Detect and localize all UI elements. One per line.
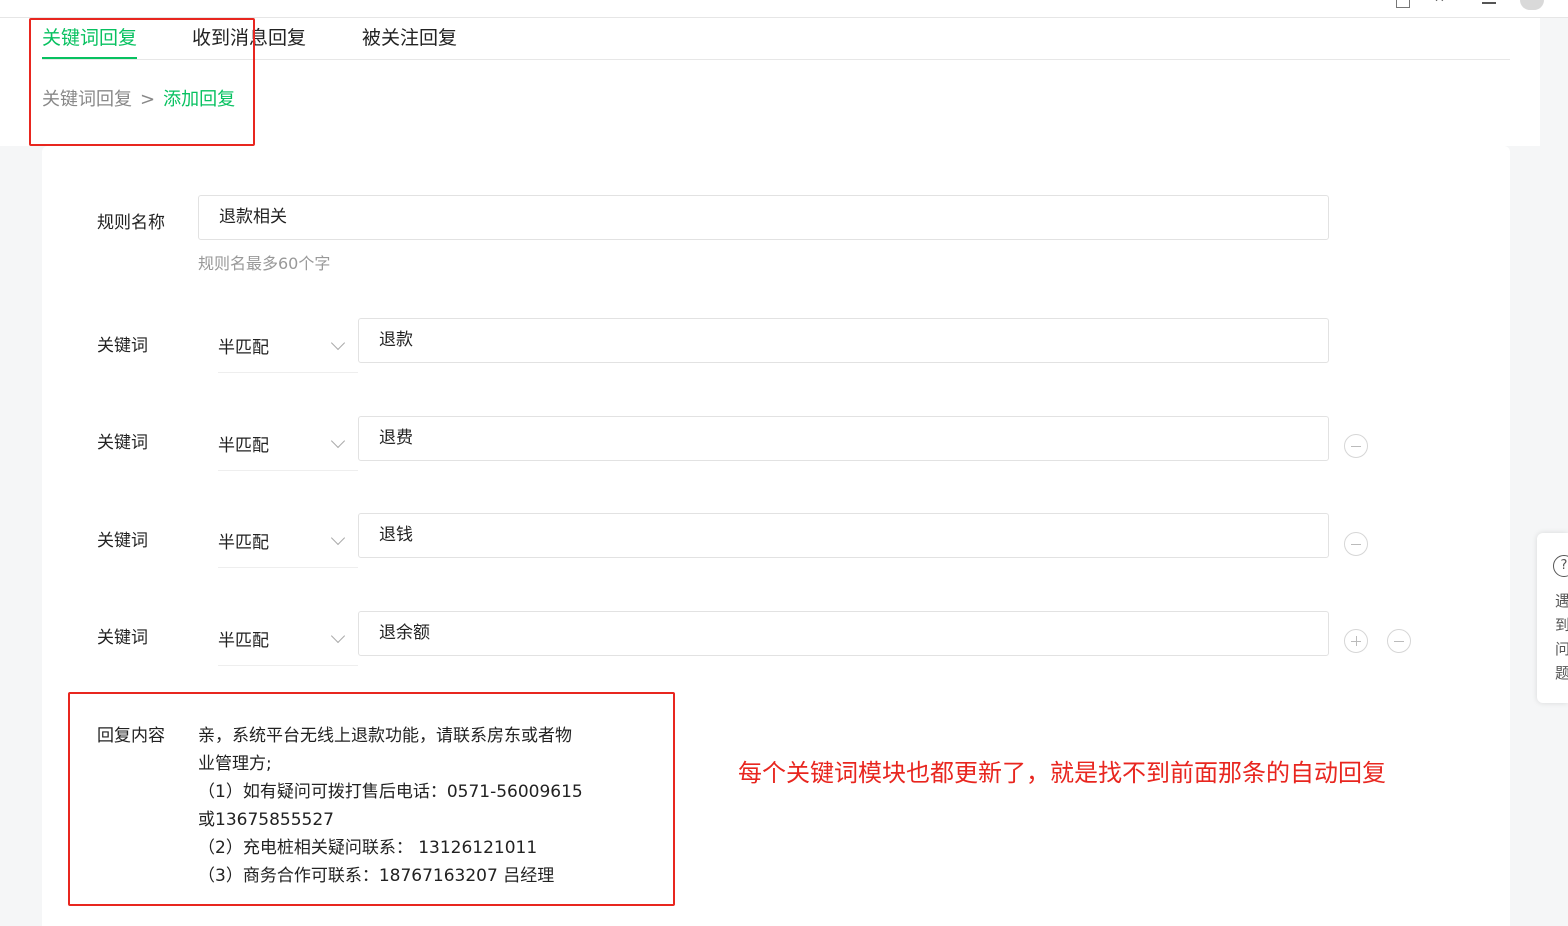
keyword-label: 关键词	[97, 531, 148, 551]
chevron-down-icon	[330, 335, 346, 351]
help-float-panel[interactable]: ? 遇到问题	[1537, 533, 1568, 703]
match-type-select[interactable]: 半匹配	[218, 326, 358, 373]
reply-line: 亲，系统平台无线上退款功能，请联系房东或者物	[198, 726, 572, 746]
rule-name-input[interactable]: 退款相关	[198, 195, 1329, 240]
match-type-select[interactable]: 半匹配	[218, 521, 358, 568]
match-type-value: 半匹配	[218, 631, 269, 651]
add-keyword-button[interactable]	[1344, 629, 1368, 653]
breadcrumb-parent[interactable]: 关键词回复	[42, 89, 132, 110]
match-type-select[interactable]: 半匹配	[218, 619, 358, 666]
match-type-value: 半匹配	[218, 533, 269, 553]
rule-name-hint: 规则名最多60个字	[198, 254, 331, 273]
keyword-input[interactable]: 退余额	[358, 611, 1329, 656]
reply-line: （1）如有疑问可拨打售后电话：0571-56009615	[198, 782, 583, 802]
help-text: 遇到问题	[1555, 592, 1568, 682]
keyword-input[interactable]: 退费	[358, 416, 1329, 461]
reply-content-text[interactable]: 亲，系统平台无线上退款功能，请联系房东或者物 业管理方; （1）如有疑问可拨打售…	[198, 722, 598, 890]
chevron-down-icon	[330, 433, 346, 449]
keyword-input[interactable]: 退款	[358, 318, 1329, 363]
annotation-text: 每个关键词模块也都更新了，就是找不到前面那条的自动回复	[738, 759, 1386, 787]
reply-line: 业管理方;	[198, 754, 272, 774]
remove-keyword-button[interactable]	[1387, 629, 1411, 653]
chevron-down-icon	[330, 530, 346, 546]
breadcrumb: 关键词回复 > 添加回复	[42, 88, 235, 112]
remove-keyword-button[interactable]	[1344, 434, 1368, 458]
reply-line: （2）充电桩相关疑问联系： 13126121011	[198, 838, 538, 858]
breadcrumb-separator: >	[140, 89, 156, 110]
remove-keyword-button[interactable]	[1344, 532, 1368, 556]
tab-keyword-reply[interactable]: 关键词回复	[42, 24, 138, 59]
match-type-value: 半匹配	[218, 436, 269, 456]
reply-line: （3）商务合作可联系：18767163207 吕经理	[198, 866, 555, 886]
tab-follow-reply[interactable]: 被关注回复	[362, 24, 457, 52]
tab-message-reply[interactable]: 收到消息回复	[192, 24, 306, 52]
keyword-label: 关键词	[97, 433, 148, 453]
rule-name-label: 规则名称	[97, 213, 165, 233]
close-icon[interactable]: ✕	[1434, 0, 1448, 8]
reply-content-label: 回复内容	[97, 726, 165, 746]
keyword-label: 关键词	[97, 336, 148, 356]
window-restore-icon[interactable]	[1396, 0, 1410, 8]
tab-bar: 关键词回复 收到消息回复 被关注回复	[42, 22, 1510, 60]
match-type-select[interactable]: 半匹配	[218, 424, 358, 471]
keyword-input[interactable]: 退钱	[358, 513, 1329, 558]
keyword-label: 关键词	[97, 628, 148, 648]
breadcrumb-current: 添加回复	[163, 89, 236, 110]
browser-top-bar: ✕	[0, 0, 1568, 18]
question-icon: ?	[1553, 555, 1568, 577]
page-header: 关键词回复 收到消息回复 被关注回复 关键词回复 > 添加回复	[0, 18, 1540, 146]
reply-line: 或13675855527	[198, 810, 334, 830]
chevron-down-icon	[330, 628, 346, 644]
avatar[interactable]	[1520, 0, 1544, 10]
match-type-value: 半匹配	[218, 338, 269, 358]
minimize-icon[interactable]	[1482, 0, 1496, 4]
